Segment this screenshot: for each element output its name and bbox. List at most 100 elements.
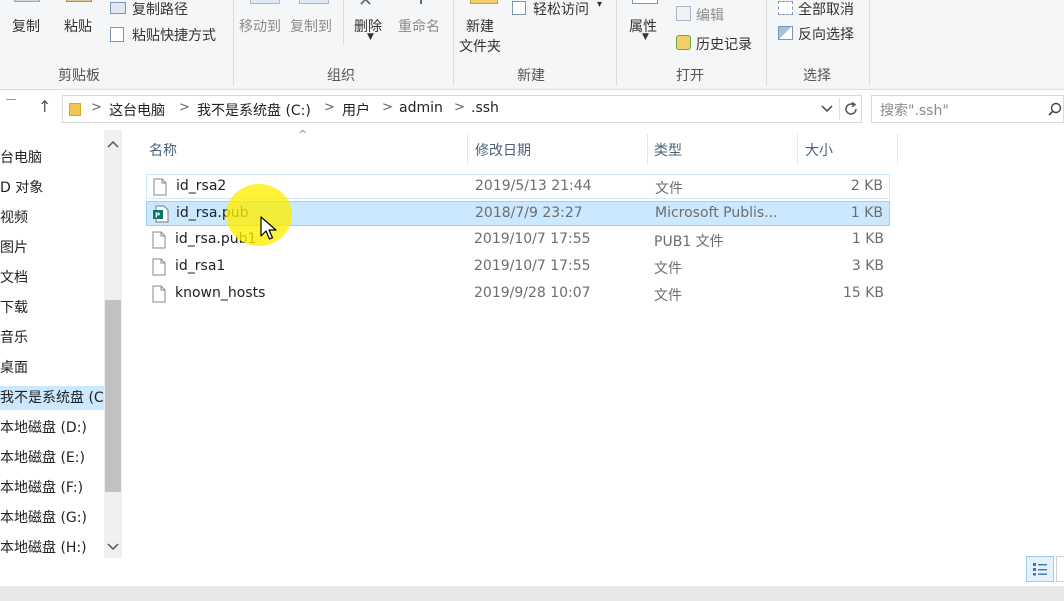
move-to-button[interactable]: 移动到 [239,16,281,36]
ribbon-separator [616,0,617,86]
chevron-down-icon[interactable] [821,105,833,113]
file-type: Microsoft Publis... [655,205,778,221]
rename-icon [420,0,422,4]
paste-shortcut-button[interactable]: 粘贴快捷方式 [132,25,216,45]
scroll-up-icon[interactable] [104,136,122,154]
search-icon[interactable] [1048,102,1062,116]
column-header-type[interactable]: 类型 [654,140,682,160]
move-to-icon [250,0,280,4]
select-none-button[interactable]: 全部取消 [798,0,854,19]
nav-item-h-drive[interactable]: 本地磁盘 (H:) [0,536,104,560]
file-type: 文件 [655,181,683,197]
file-size: 3 KB [851,258,884,274]
file-date: 2019/9/28 10:07 [474,285,591,301]
up-button[interactable]: ↑ [38,97,51,116]
nav-item-this-pc[interactable]: 台电脑 [0,146,104,170]
nav-item-3d-objects[interactable]: D 对象 [0,176,104,200]
breadcrumb-separator: > [324,100,335,115]
column-separator[interactable] [897,134,898,164]
invert-selection-button[interactable]: 反向选择 [798,24,854,44]
column-header-name[interactable]: 名称 [149,140,177,160]
window-bottom-edge [0,586,1064,601]
mouse-cursor-icon [260,216,277,240]
refresh-icon[interactable] [843,101,859,117]
column-header-date[interactable]: 修改日期 [475,140,531,160]
clipboard-group-label: 剪贴板 [58,68,100,84]
file-name: id_rsa1 [175,258,226,274]
status-bar [0,560,1064,586]
large-icons-view-button[interactable] [1056,556,1064,582]
ribbon-separator [343,0,344,45]
file-date: 2018/7/9 23:27 [475,205,583,221]
easy-access-icon [512,1,526,15]
copy-to-icon [299,0,329,4]
address-divider [839,98,840,120]
nav-item-videos[interactable]: 视频 [0,206,104,230]
file-type: 文件 [654,261,682,277]
address-bar[interactable]: > 这台电脑 > 我不是系统盘 (C:) > 用户 > admin > .ssh [62,95,862,123]
svg-text:P: P [155,212,160,220]
file-type: 文件 [654,288,682,304]
nav-item-f-drive[interactable]: 本地磁盘 (F:) [0,476,104,500]
breadcrumb-admin[interactable]: admin [399,100,443,116]
file-size: 1 KB [851,231,884,247]
column-separator[interactable] [797,134,798,164]
nav-item-downloads[interactable]: 下载 [0,296,104,320]
nav-item-documents[interactable]: 文档 [0,266,104,290]
breadcrumb-ssh[interactable]: .ssh [471,100,499,116]
search-placeholder: 搜索".ssh" [880,103,949,119]
folder-icon [69,103,81,116]
nav-item-g-drive[interactable]: 本地磁盘 (G:) [0,506,104,530]
nav-item-desktop[interactable]: 桌面 [0,356,104,380]
delete-icon: ✕ [358,0,374,11]
file-row[interactable]: known_hosts 2019/9/28 10:07 文件 15 KB [146,282,890,307]
nav-item-d-drive[interactable]: 本地磁盘 (D:) [0,416,104,440]
open-group-label: 打开 [676,68,704,84]
file-row[interactable]: id_rsa1 2019/10/7 17:55 文件 3 KB [146,255,890,280]
ribbon-separator [453,0,454,86]
breadcrumb-users[interactable]: 用户 [342,100,370,120]
copy-button[interactable]: 复制 [12,16,40,36]
copy-path-button[interactable]: 复制路径 [132,0,188,19]
easy-access-button[interactable]: 轻松访问 [533,0,589,19]
paste-button[interactable]: 粘贴 [64,16,92,36]
cursor-highlight [226,184,292,246]
file-size: 1 KB [850,205,883,221]
nav-scrollbar-thumb[interactable] [105,300,121,492]
breadcrumb-this-pc[interactable]: 这台电脑 [109,100,165,120]
sort-ascending-icon: ^ [298,128,308,141]
easy-access-dropdown-icon[interactable]: ▾ [597,0,602,10]
nav-item-pictures[interactable]: 图片 [0,236,104,260]
scroll-down-icon[interactable] [104,537,122,555]
history-button[interactable]: 历史记录 [696,34,752,54]
file-icon [153,178,167,196]
new-group-label: 新建 [517,68,545,84]
file-name: known_hosts [175,285,266,301]
nav-item-c-drive[interactable]: 我不是系统盘 (C [0,386,104,410]
edit-button[interactable]: 编辑 [696,5,724,25]
file-date: 2019/10/7 17:55 [474,231,591,247]
details-view-icon [1033,563,1047,576]
search-input[interactable]: 搜索".ssh" [871,95,1064,123]
file-date: 2019/10/7 17:55 [474,258,591,274]
breadcrumb-c-drive[interactable]: 我不是系统盘 (C:) [197,100,311,120]
file-icon [152,231,166,249]
column-separator[interactable] [467,134,468,164]
copy-path-icon [110,2,126,14]
file-type: PUB1 文件 [654,234,724,250]
nav-item-e-drive[interactable]: 本地磁盘 (E:) [0,446,104,470]
ribbon-separator [869,0,870,86]
new-folder-button[interactable]: 新建 [466,16,494,36]
address-row: ↑ > 这台电脑 > 我不是系统盘 (C:) > 用户 > admin > .s… [0,91,1064,127]
copy-to-button[interactable]: 复制到 [290,16,332,36]
file-name: id_rsa2 [176,178,227,194]
organize-group-label: 组织 [327,68,355,84]
breadcrumb-separator: > [382,100,393,115]
column-header-size[interactable]: 大小 [805,140,833,160]
new-folder-label-line2: 文件夹 [459,39,501,55]
rename-button[interactable]: 重命名 [398,16,440,36]
breadcrumb-separator: > [91,100,102,115]
details-view-button[interactable] [1026,556,1054,582]
nav-item-music[interactable]: 音乐 [0,326,104,350]
column-separator[interactable] [647,134,648,164]
